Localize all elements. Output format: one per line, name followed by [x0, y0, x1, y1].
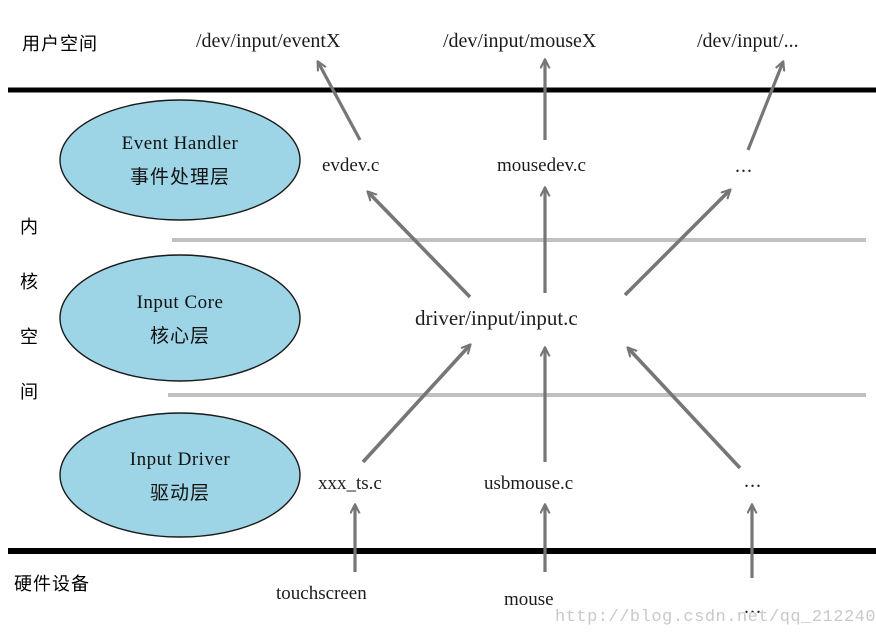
driver-file-xxxts: xxx_ts.c [318, 473, 382, 494]
arrow-otherdriver-to-core [628, 348, 742, 470]
core-file-label: driver/input/input.c [415, 306, 578, 330]
arrow-core-to-evdev [368, 192, 472, 299]
hardware-device-mouse: mouse [504, 589, 554, 610]
handler-file-mousedev: mousedev.c [497, 155, 586, 176]
driver-file-usbmouse: usbmouse.c [484, 473, 574, 494]
driver-file-other: ... [744, 470, 762, 492]
region-label-hardware: 硬件设备 [14, 574, 90, 595]
kernelspace-char-3: 空 [20, 327, 38, 348]
input-core-label: Input Core 核心层 [60, 292, 300, 348]
device-node-mousex: /dev/input/mouseX [443, 30, 597, 52]
input-core-cn: 核心层 [149, 325, 210, 347]
region-label-userspace: 用户空间 [22, 34, 98, 55]
device-node-other: /dev/input/... [697, 30, 799, 52]
arrow-core-to-otherhandler [623, 190, 730, 297]
diagram-canvas: 用户空间 内 核 空 间 硬件设备 Event Handler 事件处理层 In… [0, 0, 876, 640]
input-driver-label: Input Driver 驱动层 [60, 449, 300, 505]
handler-file-evdev: evdev.c [322, 155, 380, 176]
region-label-kernelspace: 内 核 空 间 [16, 200, 42, 420]
watermark-text: http://blog.csdn.net/qq_21224053 [555, 608, 876, 627]
input-driver-en: Input Driver [129, 449, 231, 470]
hardware-device-touchscreen: touchscreen [276, 583, 367, 604]
event-handler-label: Event Handler 事件处理层 [60, 133, 300, 189]
input-core-en: Input Core [136, 292, 224, 313]
kernelspace-char-2: 核 [20, 272, 38, 293]
arrow-evdev-to-eventx [318, 62, 362, 141]
event-handler-en: Event Handler [121, 133, 239, 154]
kernelspace-char-4: 间 [20, 382, 38, 403]
input-driver-cn: 驱动层 [149, 482, 210, 504]
device-node-eventx: /dev/input/eventX [196, 30, 341, 52]
arrow-otherhandler-to-otherdev [746, 62, 783, 151]
handler-file-other: ... [735, 155, 753, 177]
event-handler-cn: 事件处理层 [129, 166, 230, 188]
arrow-xxxts-to-core [361, 345, 470, 464]
kernelspace-char-1: 内 [20, 217, 38, 238]
